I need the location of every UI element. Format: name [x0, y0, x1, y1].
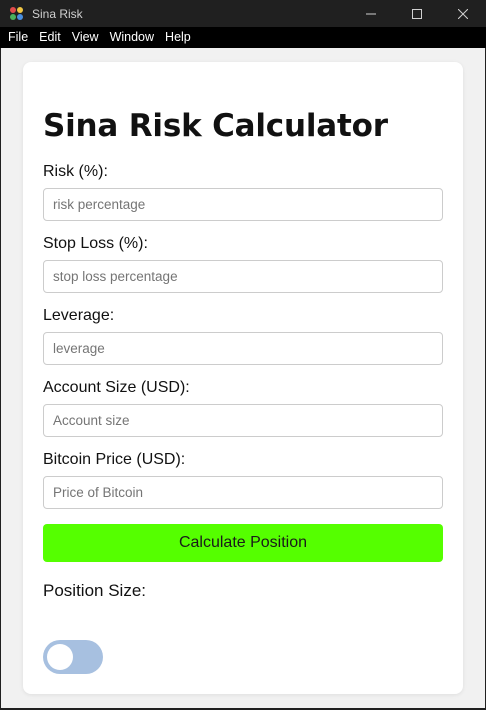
- risk-input[interactable]: [43, 188, 443, 221]
- risk-label: Risk (%):: [43, 163, 108, 180]
- stop-loss-label: Stop Loss (%):: [43, 235, 148, 252]
- window-title: Sina Risk: [32, 6, 83, 21]
- window-controls: [348, 0, 486, 27]
- bitcoin-price-label: Bitcoin Price (USD):: [43, 451, 186, 468]
- page-title: Sina Risk Calculator: [43, 108, 388, 144]
- close-button[interactable]: [440, 0, 486, 27]
- menu-edit[interactable]: Edit: [35, 27, 65, 48]
- minimize-button[interactable]: [348, 0, 394, 27]
- minimize-icon: [366, 13, 376, 14]
- leverage-label: Leverage:: [43, 307, 115, 324]
- position-size-label: Position Size:: [43, 581, 146, 600]
- account-size-label: Account Size (USD):: [43, 379, 190, 396]
- menu-bar: File Edit View Window Help: [0, 27, 486, 48]
- menu-view[interactable]: View: [68, 27, 103, 48]
- app-logo-icon: [10, 6, 24, 21]
- close-icon: [458, 8, 468, 19]
- calculator-card: Sina Risk Calculator Risk (%): Stop Loss…: [23, 62, 463, 694]
- bitcoin-price-input[interactable]: [43, 476, 443, 509]
- menu-help[interactable]: Help: [161, 27, 195, 48]
- stop-loss-input[interactable]: [43, 260, 443, 293]
- leverage-input[interactable]: [43, 332, 443, 365]
- toggle-knob: [47, 644, 73, 670]
- maximize-button[interactable]: [394, 0, 440, 27]
- menu-file[interactable]: File: [4, 27, 32, 48]
- calculate-position-button[interactable]: Calculate Position: [43, 524, 443, 562]
- maximize-icon: [412, 8, 422, 19]
- account-size-input[interactable]: [43, 404, 443, 437]
- theme-toggle[interactable]: [43, 640, 103, 674]
- app-content: Sina Risk Calculator Risk (%): Stop Loss…: [1, 48, 485, 708]
- menu-window[interactable]: Window: [106, 27, 158, 48]
- window-titlebar[interactable]: Sina Risk: [0, 0, 486, 27]
